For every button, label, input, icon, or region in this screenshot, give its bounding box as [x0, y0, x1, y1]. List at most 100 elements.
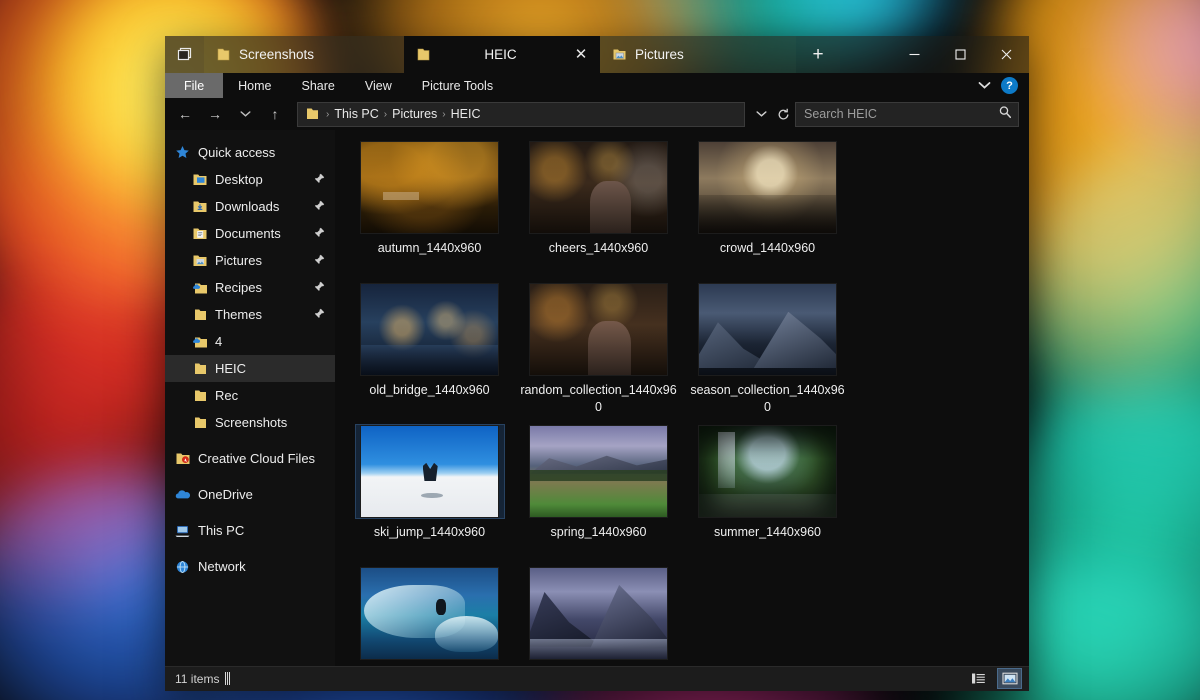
- thumbnail-container: [356, 141, 504, 234]
- sidebar-item-pictures[interactable]: Pictures: [165, 247, 335, 274]
- network-icon: [174, 558, 191, 575]
- tab-label: Screenshots: [239, 47, 396, 62]
- pin-icon[interactable]: [314, 173, 325, 187]
- file-thumbnail: [360, 567, 499, 660]
- star-icon: [174, 144, 191, 161]
- back-button[interactable]: ←: [171, 101, 199, 127]
- large-icons-view-button[interactable]: [998, 669, 1021, 688]
- pin-icon[interactable]: [314, 254, 325, 268]
- this-pc-icon: [174, 522, 191, 539]
- file-item[interactable]: surfer_1440x960: [345, 566, 514, 666]
- forward-button[interactable]: →: [201, 101, 229, 127]
- file-list-pane[interactable]: autumn_1440x960 cheers_1440x960: [335, 130, 1029, 666]
- details-view-button[interactable]: [967, 669, 990, 688]
- tab-pictures[interactable]: Pictures: [600, 36, 796, 73]
- tab-file[interactable]: File: [165, 73, 223, 98]
- file-item[interactable]: old_bridge_1440x960: [345, 282, 514, 424]
- tab-home[interactable]: Home: [223, 73, 286, 98]
- search-input[interactable]: Search HEIC: [795, 102, 1019, 127]
- text-cursor: [227, 672, 228, 685]
- ribbon-spacer: [508, 73, 978, 98]
- file-item[interactable]: season_collection_1440x960: [683, 282, 852, 424]
- pin-icon[interactable]: [314, 281, 325, 295]
- status-bar: 11 items: [165, 666, 1029, 691]
- chevron-down-icon[interactable]: [978, 79, 991, 93]
- new-tab-button[interactable]: +: [796, 36, 840, 73]
- file-item[interactable]: cheers_1440x960: [514, 140, 683, 282]
- sidebar-item-onedrive[interactable]: OneDrive: [165, 481, 335, 508]
- sidebar-item-heic[interactable]: HEIC: [165, 355, 335, 382]
- breadcrumb-heic[interactable]: HEIC: [451, 107, 481, 121]
- folder-icon: [304, 106, 321, 123]
- magnifier-icon[interactable]: [998, 105, 1012, 124]
- sidebar-item-4[interactable]: 4: [165, 328, 335, 355]
- breadcrumb-separator: ›: [440, 109, 447, 120]
- item-count-label: 11 items: [175, 672, 219, 686]
- sidebar-item-label: Screenshots: [215, 415, 325, 430]
- wallpaper-blob: [1020, 120, 1200, 550]
- pictures-folder-icon: [612, 47, 627, 62]
- tab-picture-tools[interactable]: Picture Tools: [407, 73, 508, 98]
- file-thumbnail: [529, 283, 668, 376]
- thumb-art-layer: [530, 470, 667, 481]
- folder-icon: [191, 360, 208, 377]
- recent-locations-button[interactable]: [231, 101, 259, 127]
- sidebar-item-themes[interactable]: Themes: [165, 301, 335, 328]
- desktop: Screenshots HEIC ✕: [0, 0, 1200, 700]
- thumbnail-container: [694, 141, 842, 234]
- close-icon[interactable]: ✕: [570, 44, 592, 66]
- breadcrumb-pictures[interactable]: Pictures: [392, 107, 437, 121]
- file-item[interactable]: winter_1440x960: [514, 566, 683, 666]
- pin-icon[interactable]: [314, 200, 325, 214]
- sidebar-item-creative-cloud-files[interactable]: Creative Cloud Files: [165, 445, 335, 472]
- file-item[interactable]: random_collection_1440x960: [514, 282, 683, 424]
- cloud-folder-icon: [191, 279, 208, 296]
- sidebar-item-label: Downloads: [215, 199, 307, 214]
- thumb-art-layer: [590, 181, 631, 234]
- creative-cloud-folder-icon: [174, 450, 191, 467]
- thumbnail-container: [356, 283, 504, 376]
- sidebar-item-label: HEIC: [215, 361, 325, 376]
- file-item[interactable]: ski_jump_1440x960: [345, 424, 514, 566]
- sidebar-item-label: Documents: [215, 226, 307, 241]
- sidebar-item-downloads[interactable]: Downloads: [165, 193, 335, 220]
- pin-icon[interactable]: [314, 308, 325, 322]
- tab-label: HEIC: [439, 47, 562, 62]
- minimize-button[interactable]: [891, 36, 937, 73]
- pin-icon[interactable]: [314, 227, 325, 241]
- address-dropdown-button[interactable]: [751, 110, 771, 118]
- window-stack-icon[interactable]: [165, 36, 204, 73]
- tab-view[interactable]: View: [350, 73, 407, 98]
- file-item[interactable]: crowd_1440x960: [683, 140, 852, 282]
- thumbnail-container: [356, 425, 504, 518]
- file-item[interactable]: spring_1440x960: [514, 424, 683, 566]
- tab-share[interactable]: Share: [287, 73, 350, 98]
- close-button[interactable]: [983, 36, 1029, 73]
- sidebar-item-documents[interactable]: Documents: [165, 220, 335, 247]
- up-button[interactable]: ↑: [261, 101, 289, 127]
- file-item[interactable]: autumn_1440x960: [345, 140, 514, 282]
- sidebar-item-label: Themes: [215, 307, 307, 322]
- navigation-pane[interactable]: Quick access Desktop Downloads: [165, 130, 335, 666]
- maximize-button[interactable]: [937, 36, 983, 73]
- sidebar-item-quick-access[interactable]: Quick access: [165, 139, 335, 166]
- sidebar-item-screenshots[interactable]: Screenshots: [165, 409, 335, 436]
- sidebar-item-desktop[interactable]: Desktop: [165, 166, 335, 193]
- thumb-art-layer: [361, 142, 498, 233]
- sidebar-item-rec[interactable]: Rec: [165, 382, 335, 409]
- thumb-art-layer: [529, 588, 601, 646]
- sidebar-item-recipes[interactable]: Recipes: [165, 274, 335, 301]
- tab-screenshots[interactable]: Screenshots: [204, 36, 404, 73]
- breadcrumb[interactable]: › This PC › Pictures › HEIC: [297, 102, 745, 127]
- tab-heic[interactable]: HEIC ✕: [404, 36, 600, 73]
- help-icon[interactable]: ?: [1001, 77, 1018, 94]
- file-thumbnail: [698, 425, 837, 518]
- file-item[interactable]: summer_1440x960: [683, 424, 852, 566]
- folder-icon: [191, 414, 208, 431]
- file-thumbnail: [698, 283, 837, 376]
- breadcrumb-this-pc[interactable]: This PC: [334, 107, 378, 121]
- thumbnail-container: [694, 283, 842, 376]
- sidebar-item-this-pc[interactable]: This PC: [165, 517, 335, 544]
- refresh-icon[interactable]: [773, 108, 793, 121]
- sidebar-item-network[interactable]: Network: [165, 553, 335, 580]
